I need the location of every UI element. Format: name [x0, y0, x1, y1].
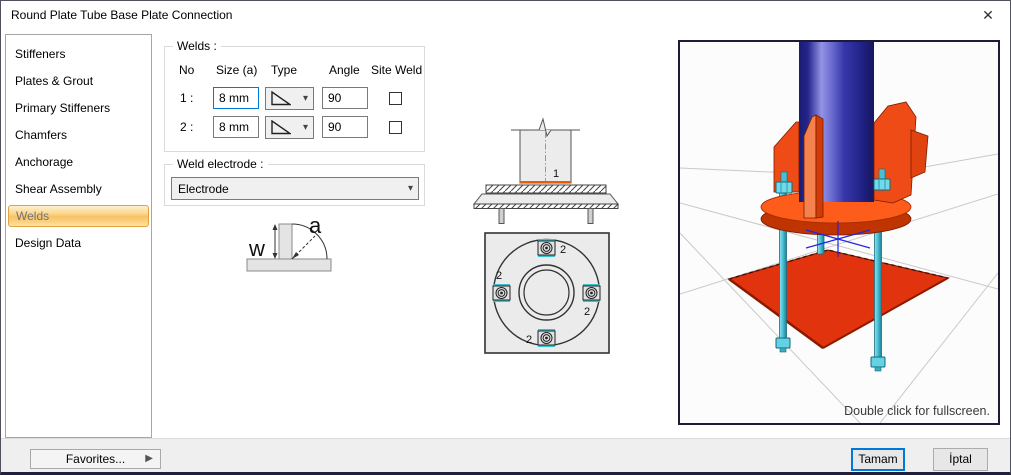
site-weld-checkbox-1[interactable] — [389, 92, 402, 105]
column-header-angle: Angle — [329, 63, 360, 77]
weld-angle-input-2[interactable] — [322, 116, 368, 138]
fillet-weld-symbol-icon — [270, 91, 291, 106]
chevron-down-icon: ▾ — [408, 183, 418, 194]
title-bar: Round Plate Tube Base Plate Connection ✕ — [1, 1, 1010, 29]
sidebar-item-stiffeners[interactable]: Stiffeners — [6, 41, 151, 68]
side-elevation-drawing: 1 — [469, 113, 644, 225]
bolt-count-label: 2 — [584, 306, 590, 318]
bolt-count-label: 2 — [560, 244, 566, 256]
welds-group-title: Welds : — [173, 39, 221, 53]
anchor-bolt-symbol — [538, 239, 555, 257]
weld-type-dropdown-1[interactable]: ▾ — [265, 87, 314, 110]
weld-electrode-group-title: Weld electrode : — [173, 157, 268, 171]
cancel-button[interactable]: İptal — [933, 448, 988, 471]
anchor-plate — [729, 250, 948, 348]
fullscreen-hint: Double click for fullscreen. — [844, 404, 990, 418]
weld-size-input-2[interactable] — [213, 116, 259, 138]
welds-group: Welds : No Size (a) Type Angle Site Weld… — [164, 46, 425, 152]
chevron-down-icon: ▾ — [303, 122, 313, 133]
flyout-arrow-icon: ▶ — [145, 450, 153, 468]
weld-leg-label: w — [248, 236, 265, 261]
weld-type-dropdown-2[interactable]: ▾ — [265, 116, 314, 139]
dialog-title: Round Plate Tube Base Plate Connection — [1, 8, 232, 22]
weld-number-label: 1 — [553, 168, 559, 180]
weld-electrode-group: Weld electrode : Electrode ▾ — [164, 164, 425, 206]
weld-row-number: 2 : — [180, 120, 193, 134]
footer-bar: Favorites... ▶ Tamam İptal — [1, 438, 1010, 472]
weld-row-number: 1 : — [180, 91, 193, 105]
anchor-bolt-symbol — [493, 284, 510, 302]
close-icon[interactable]: ✕ — [966, 1, 1010, 29]
ok-button[interactable]: Tamam — [851, 448, 905, 471]
electrode-dropdown-value: Electrode — [178, 182, 229, 196]
column-header-size: Size (a) — [216, 63, 257, 77]
weld-highlight — [520, 181, 571, 184]
anchor-bolt-symbol — [583, 284, 600, 302]
sidebar-item-design-data[interactable]: Design Data — [6, 230, 151, 257]
anchor-bolt-symbol — [538, 329, 555, 347]
column-header-no: No — [179, 63, 194, 77]
weld-size-input-1[interactable] — [213, 87, 259, 109]
favorites-button[interactable]: Favorites... ▶ — [30, 449, 161, 469]
electrode-dropdown[interactable]: Electrode ▾ — [171, 177, 419, 200]
fillet-weld-symbol-icon — [270, 120, 291, 135]
weld-throat-label: a — [309, 215, 322, 238]
favorites-button-label: Favorites... — [66, 452, 125, 466]
sidebar-item-primary-stiffeners[interactable]: Primary Stiffeners — [6, 95, 151, 122]
3d-viewer[interactable]: Double click for fullscreen. — [678, 40, 1000, 425]
dialog-window: Round Plate Tube Base Plate Connection ✕… — [0, 0, 1011, 475]
weld-throat-diagram: w a — [239, 215, 339, 275]
sidebar-item-chamfers[interactable]: Chamfers — [6, 122, 151, 149]
sidebar-item-shear-assembly[interactable]: Shear Assembly — [6, 176, 151, 203]
site-weld-checkbox-2[interactable] — [389, 121, 402, 134]
category-sidebar: Stiffeners Plates & Grout Primary Stiffe… — [5, 34, 152, 438]
column-header-site-weld: Site Weld — [371, 63, 422, 77]
column-header-type: Type — [271, 63, 297, 77]
bolt-count-label: 2 — [526, 334, 532, 346]
sidebar-item-welds[interactable]: Welds — [8, 205, 149, 227]
weld-angle-input-1[interactable] — [322, 87, 368, 109]
sidebar-item-anchorage[interactable]: Anchorage — [6, 149, 151, 176]
sidebar-item-plates-grout[interactable]: Plates & Grout — [6, 68, 151, 95]
plan-view-drawing: 2 2 2 2 — [481, 229, 616, 359]
chevron-down-icon: ▾ — [303, 93, 313, 104]
bolt-count-label: 2 — [496, 270, 502, 282]
3d-connection-render — [680, 42, 998, 423]
